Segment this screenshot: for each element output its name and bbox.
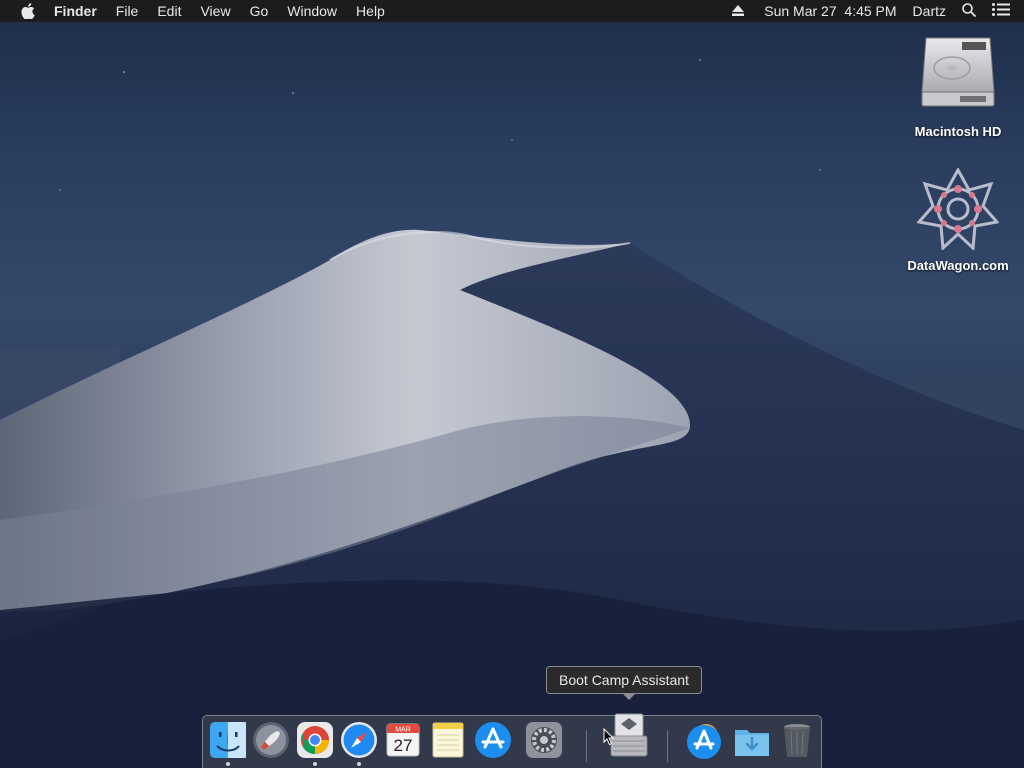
dock-safari[interactable] [339,720,379,764]
user-menu[interactable]: Dartz [913,3,946,19]
menu-app-finder[interactable]: Finder [54,0,97,22]
trash-icon [784,724,810,757]
eject-icon[interactable] [732,3,745,19]
dock-app-store[interactable] [473,720,513,764]
menu-window[interactable]: Window [287,0,337,22]
tooltip-tail [622,693,636,700]
calendar-month: MAR [395,727,411,734]
clock[interactable]: Sun Mar 27 4:45 PM [764,3,896,19]
running-indicator [357,762,361,766]
desktop-icon-label: Macintosh HD [914,124,1002,139]
desktop-icon-datawagon[interactable]: DataWagon.com [903,166,1013,273]
menu-bar: Finder File Edit View Go Window Help Sun… [0,0,1024,22]
desktop-icon-macintosh-hd[interactable]: Macintosh HD [903,32,1013,139]
dock-calendar[interactable]: MAR 27 [383,720,423,764]
apple-icon[interactable] [18,3,38,19]
chrome-icon [297,722,333,758]
menu-go[interactable]: Go [250,0,269,22]
menu-view[interactable]: View [200,0,230,22]
applications-folder-icon [687,724,721,759]
notes-icon [432,722,464,758]
dock-downloads-stack[interactable] [732,720,772,764]
dock-finder[interactable] [208,720,248,764]
desktop-icon-label: DataWagon.com [907,258,1009,273]
dock-tooltip: Boot Camp Assistant [546,666,702,700]
desktop [0,0,1024,768]
safari-icon [341,722,377,758]
system-preferences-icon [526,722,562,758]
app-store-icon [475,722,511,758]
menu-file[interactable]: File [116,0,139,22]
dock-separator [667,730,668,762]
calendar-day: 27 [394,736,413,755]
calendar-icon: MAR 27 [386,723,420,757]
hard-drive-icon [920,32,996,112]
network-volume-icon [916,166,1000,252]
menu-extras: Sun Mar 27 4:45 PM Dartz [732,0,1024,22]
running-indicator [313,762,317,766]
dock-separator [586,730,587,762]
dock-launchpad[interactable] [251,720,291,764]
running-indicator [226,762,230,766]
dock-applications-stack[interactable] [684,720,724,764]
dock-trash[interactable] [777,720,817,764]
notification-center-icon[interactable] [992,3,1010,19]
dock: MAR 27 [202,713,822,768]
finder-icon [210,722,246,758]
dock-chrome[interactable] [295,720,335,764]
launchpad-icon [253,722,289,758]
dock-notes[interactable] [428,720,468,764]
spotlight-search-icon[interactable] [962,2,977,20]
dock-system-preferences[interactable] [524,720,564,764]
menu-help[interactable]: Help [356,0,385,22]
mouse-cursor [603,727,615,746]
downloads-folder-icon [735,730,769,756]
tooltip-text: Boot Camp Assistant [559,672,689,688]
mojave-wallpaper [0,59,1024,768]
menu-edit[interactable]: Edit [157,0,181,22]
